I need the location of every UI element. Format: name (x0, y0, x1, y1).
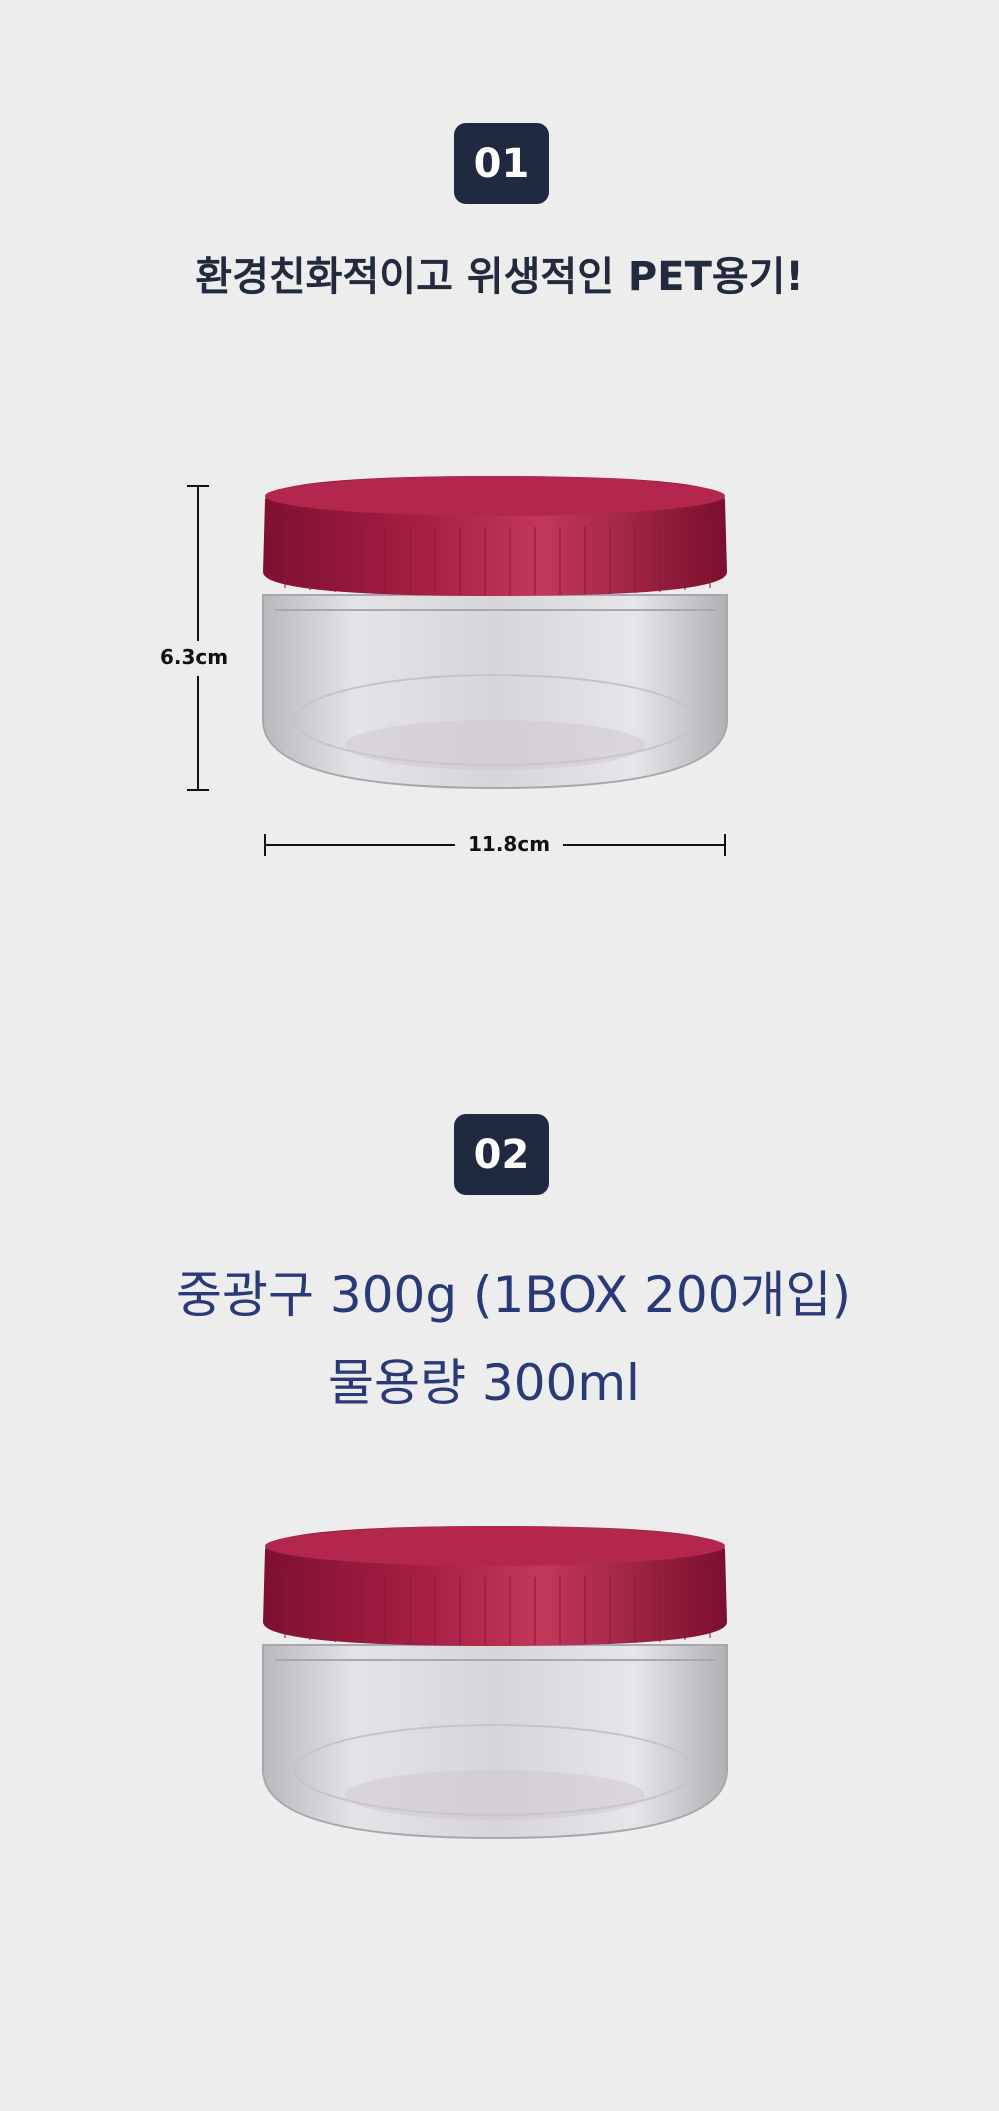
jar-image-with-red-cap (262, 1526, 728, 1840)
product-spec-line-2: 물용량 300ml (328, 1354, 640, 1412)
jar-image-with-red-cap (262, 476, 728, 790)
section-badge-02: 02 (454, 1114, 549, 1195)
width-dimension-label: 11.8cm (462, 832, 557, 856)
product-spec-line-1: 중광구 300g (1BOX 200개입) (176, 1266, 851, 1324)
height-dimension-label: 6.3cm (160, 641, 229, 673)
